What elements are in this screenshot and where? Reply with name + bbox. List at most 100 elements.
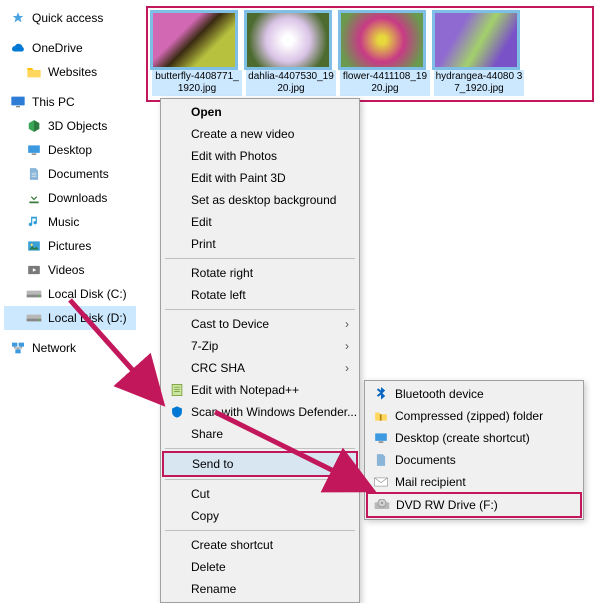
label: Websites <box>48 65 97 79</box>
label: Documents <box>395 453 456 467</box>
menu-rotate-right[interactable]: Rotate right <box>163 262 357 284</box>
submenu-compressed[interactable]: Compressed (zipped) folder <box>367 405 581 427</box>
sidebar-item-onedrive[interactable]: OneDrive <box>4 36 136 60</box>
chevron-right-icon: › <box>344 457 348 471</box>
menu-set-bg[interactable]: Set as desktop background <box>163 189 357 211</box>
label: Create shortcut <box>191 538 273 552</box>
sidebar-item-desktop[interactable]: Desktop <box>4 138 136 162</box>
submenu-bluetooth[interactable]: Bluetooth device <box>367 383 581 405</box>
bluetooth-icon <box>373 386 389 402</box>
label: Downloads <box>48 191 107 205</box>
sidebar-item-music[interactable]: Music <box>4 210 136 234</box>
menu-send-to[interactable]: Send to› <box>164 453 356 475</box>
label: Network <box>32 341 76 355</box>
desktop-icon <box>373 430 389 446</box>
sidebar-item-videos[interactable]: Videos <box>4 258 136 282</box>
menu-print[interactable]: Print <box>163 233 357 255</box>
folder-icon <box>26 64 42 80</box>
context-menu: Open Create a new video Edit with Photos… <box>160 98 360 603</box>
notepad-icon <box>169 382 185 398</box>
sidebar-item-3d-objects[interactable]: 3D Objects <box>4 114 136 138</box>
zip-icon <box>373 408 389 424</box>
desktop-icon <box>26 142 42 158</box>
sidebar-item-documents[interactable]: Documents <box>4 162 136 186</box>
label: Create a new video <box>191 127 294 141</box>
label: Desktop (create shortcut) <box>395 431 530 445</box>
sidebar-item-pictures[interactable]: Pictures <box>4 234 136 258</box>
documents-icon <box>373 452 389 468</box>
separator <box>165 448 355 449</box>
label: Edit with Photos <box>191 149 277 163</box>
sidebar-item-network[interactable]: Network <box>4 336 136 360</box>
submenu-dvd-drive[interactable]: DVD RW Drive (F:) <box>368 494 580 516</box>
menu-notepadpp[interactable]: Edit with Notepad++ <box>163 379 357 401</box>
videos-icon <box>26 262 42 278</box>
file-thumb-flower[interactable]: flower-4411108_1920.jpg <box>340 12 430 96</box>
file-thumb-dahlia[interactable]: dahlia-4407530_1920.jpg <box>246 12 336 96</box>
label: Open <box>191 105 222 119</box>
separator <box>165 530 355 531</box>
sidebar-item-this-pc[interactable]: This PC <box>4 90 136 114</box>
label: Local Disk (D:) <box>48 311 127 325</box>
label: This PC <box>32 95 75 109</box>
label: Copy <box>191 509 219 523</box>
file-name: dahlia-4407530_1920.jpg <box>246 70 336 96</box>
separator <box>165 258 355 259</box>
label: Cut <box>191 487 210 501</box>
label: Bluetooth device <box>395 387 484 401</box>
label: Scan with Windows Defender... <box>191 405 357 419</box>
menu-share[interactable]: Share <box>163 423 357 445</box>
pc-icon <box>10 94 26 110</box>
label: Pictures <box>48 239 91 253</box>
label: Quick access <box>32 11 103 25</box>
sidebar-item-local-d[interactable]: Local Disk (D:) <box>4 306 136 330</box>
label: Mail recipient <box>395 475 466 489</box>
menu-edit-paint3d[interactable]: Edit with Paint 3D <box>163 167 357 189</box>
sidebar-item-local-c[interactable]: Local Disk (C:) <box>4 282 136 306</box>
menu-7zip[interactable]: 7-Zip› <box>163 335 357 357</box>
thumbnail-image <box>246 12 330 68</box>
menu-open[interactable]: Open <box>163 101 357 123</box>
label: Local Disk (C:) <box>48 287 127 301</box>
drive-icon <box>26 310 42 326</box>
pictures-icon <box>26 238 42 254</box>
menu-rotate-left[interactable]: Rotate left <box>163 284 357 306</box>
menu-defender[interactable]: Scan with Windows Defender... <box>163 401 357 423</box>
mail-icon <box>373 474 389 490</box>
menu-crc[interactable]: CRC SHA› <box>163 357 357 379</box>
file-name: butterfly-4408771_1920.jpg <box>152 70 242 96</box>
menu-cast[interactable]: Cast to Device› <box>163 313 357 335</box>
disc-drive-icon <box>374 497 390 513</box>
label: Print <box>191 237 216 251</box>
file-thumb-hydrangea[interactable]: hydrangea-44080 37_1920.jpg <box>434 12 524 96</box>
file-thumb-butterfly[interactable]: butterfly-4408771_1920.jpg <box>152 12 242 96</box>
label: OneDrive <box>32 41 83 55</box>
separator <box>165 309 355 310</box>
label: Rotate left <box>191 288 246 302</box>
sidebar-item-quick-access[interactable]: Quick access <box>4 6 136 30</box>
label: DVD RW Drive (F:) <box>396 498 498 512</box>
sidebar-item-downloads[interactable]: Downloads <box>4 186 136 210</box>
label: Documents <box>48 167 109 181</box>
menu-edit-photos[interactable]: Edit with Photos <box>163 145 357 167</box>
sendto-submenu: Bluetooth device Compressed (zipped) fol… <box>364 380 584 520</box>
menu-edit[interactable]: Edit <box>163 211 357 233</box>
download-icon <box>26 190 42 206</box>
menu-rename[interactable]: Rename <box>163 578 357 600</box>
label: Set as desktop background <box>191 193 336 207</box>
separator <box>165 479 355 480</box>
submenu-mail[interactable]: Mail recipient <box>367 471 581 493</box>
submenu-desktop[interactable]: Desktop (create shortcut) <box>367 427 581 449</box>
menu-create-video[interactable]: Create a new video <box>163 123 357 145</box>
menu-cut[interactable]: Cut <box>163 483 357 505</box>
menu-delete[interactable]: Delete <box>163 556 357 578</box>
label: Delete <box>191 560 226 574</box>
cube-icon <box>26 118 42 134</box>
menu-create-shortcut[interactable]: Create shortcut <box>163 534 357 556</box>
submenu-documents[interactable]: Documents <box>367 449 581 471</box>
sidebar-item-websites[interactable]: Websites <box>4 60 136 84</box>
label: Music <box>48 215 79 229</box>
label: Edit with Paint 3D <box>191 171 286 185</box>
file-name: hydrangea-44080 37_1920.jpg <box>434 70 524 96</box>
thumbnail-image <box>152 12 236 68</box>
